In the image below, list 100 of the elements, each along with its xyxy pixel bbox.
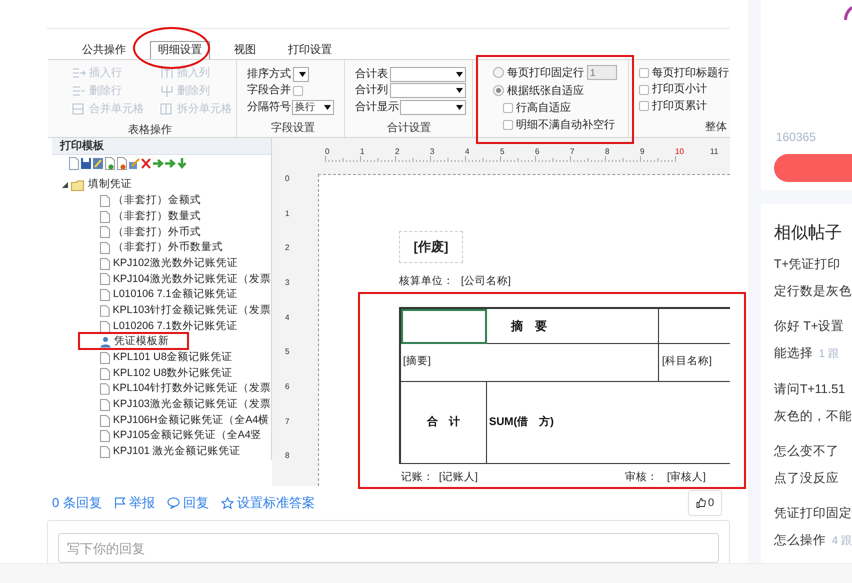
tree-item[interactable]: KPL102 U8数外记账凭证 — [113, 366, 233, 382]
ruler-number: 8 — [285, 451, 290, 462]
edit-icon[interactable] — [92, 156, 104, 170]
post-action-link[interactable]: 设置标准答案 — [220, 493, 315, 513]
reply-field[interactable]: 写下你的回复 — [58, 533, 719, 563]
tree-item[interactable]: KPL104针打数外记账凭证（发票 — [112, 381, 271, 398]
ruler-number: 5 — [285, 347, 290, 358]
ruler-number: 8 — [605, 146, 610, 156]
group-label: 合计设置 — [387, 122, 431, 134]
ruler-number: 9 — [640, 146, 646, 156]
delete-icon[interactable] — [140, 156, 152, 170]
similar-post-link[interactable]: 凭证打印固定 怎么操作 4 跟 — [774, 500, 852, 555]
new-file-icon[interactable] — [68, 156, 80, 170]
tab[interactable]: 明细设置 — [150, 40, 210, 59]
checkbox-label[interactable]: 明细不满自动补空行 — [516, 117, 615, 134]
merge-cells-icon — [72, 103, 86, 116]
arrow-down-icon[interactable] — [176, 156, 188, 170]
group-label: 整体 — [705, 121, 727, 134]
user-id: 160365 — [774, 129, 817, 146]
field-label: 记账： — [400, 470, 435, 485]
tree-item[interactable]: L010106 7.1金额记账凭证 — [113, 287, 238, 303]
ruler-number: 3 — [430, 146, 436, 156]
checkbox-label[interactable]: 行高自适应 — [516, 100, 571, 117]
tree-item[interactable]: KPJ105金额记账凭证（全A4竖 — [113, 428, 262, 444]
tree-item[interactable]: KPJ103激光金额记账凭证（发票 — [113, 397, 271, 413]
tab[interactable]: 打印设置 — [280, 40, 340, 59]
number-field[interactable]: 1 — [587, 65, 617, 80]
caret-icon — [299, 72, 306, 77]
pencil-icon[interactable] — [128, 156, 140, 170]
ruler-number: 7 — [285, 416, 290, 428]
field-label: 合计显示 — [355, 100, 399, 115]
field-label: 合计列 — [355, 83, 388, 98]
post-action-link[interactable]: 回复 — [166, 493, 209, 513]
checkbox[interactable] — [293, 86, 303, 96]
tree-item[interactable]: （非套打）数量式 — [113, 208, 201, 225]
file-check-icon[interactable] — [104, 156, 116, 170]
delete-column-icon — [160, 85, 174, 98]
document-icon — [100, 226, 110, 238]
ruler-number: 0 — [325, 146, 330, 156]
tree-item[interactable]: KPL101 U8金额记账凭证 — [113, 350, 233, 366]
save-icon[interactable] — [80, 156, 92, 170]
checkbox-label[interactable]: 打印页小计 — [652, 81, 707, 98]
checkbox-label[interactable]: 打印页累计 — [652, 98, 707, 114]
similar-post-link[interactable]: T+凭证打印 定行数是灰色 — [774, 251, 852, 305]
ruler-number: 6 — [285, 382, 290, 394]
similar-post-link[interactable]: 怎么变不了 点了没反应 — [774, 438, 852, 492]
caret-icon — [456, 88, 463, 94]
radio-button[interactable] — [493, 85, 504, 96]
ruler-number: 2 — [395, 146, 400, 156]
tree-item[interactable]: KPJ106H金额记账凭证（全A4横 — [113, 412, 270, 428]
tree-item[interactable]: L010206 7.1数外记账凭证 — [113, 318, 238, 334]
checkbox[interactable] — [639, 68, 649, 78]
tree-item[interactable]: （非套打）外币式 — [113, 224, 201, 240]
tree-item[interactable]: 凭证模板新 — [114, 334, 169, 350]
tree-item[interactable]: KPL103针打金额记账凭证（发票 — [112, 302, 271, 319]
selected-table-cell[interactable] — [401, 308, 487, 344]
avatar-ring-drawing — [844, 6, 852, 21]
dropdown[interactable] — [293, 66, 309, 82]
tab[interactable]: 公共操作 — [74, 40, 134, 59]
radio-label[interactable]: 每页打印固定行 — [507, 64, 584, 82]
arrow-right-icon[interactable] — [152, 156, 164, 170]
checkbox[interactable] — [503, 120, 513, 130]
insert-column-icon — [160, 67, 174, 80]
group-label: 表格操作 — [128, 124, 172, 136]
file-remove-icon[interactable] — [116, 156, 128, 170]
post-action-link[interactable]: 举报 — [114, 493, 155, 513]
document-icon — [100, 320, 110, 332]
user-icon — [100, 336, 111, 348]
document-icon — [100, 242, 110, 254]
checkbox[interactable] — [503, 103, 513, 114]
tab[interactable]: 视图 — [226, 40, 264, 59]
ruler-number: 6 — [535, 146, 540, 156]
tree-item[interactable]: KPJ101 激光金额记账凭证 — [113, 444, 241, 460]
radio-label[interactable]: 根据纸张自适应 — [507, 82, 584, 100]
tree-item[interactable]: （非套打）金额式 — [113, 193, 201, 209]
checkbox[interactable] — [639, 84, 649, 95]
similar-post-link[interactable]: 你好 T+设置 能选择 1 跟 — [774, 313, 852, 368]
document-icon — [100, 398, 110, 411]
insert-row-icon — [72, 67, 86, 80]
tree-item[interactable]: 填制凭证 — [88, 177, 132, 194]
radio-button[interactable] — [493, 67, 504, 78]
expanded-triangle-icon[interactable] — [62, 182, 68, 188]
pill-button[interactable] — [774, 154, 852, 182]
tree-item[interactable]: KPJ102激光数外记账凭证 — [113, 256, 238, 272]
tree-item[interactable]: （非套打）外币数量式 — [113, 240, 223, 256]
like-button[interactable]: 0 — [688, 490, 722, 516]
table-cell: [摘要] — [401, 344, 659, 382]
field-label: 合计表 — [355, 66, 388, 82]
similar-post-link[interactable]: 请问T+11.51 灰色的，不能 — [774, 376, 852, 430]
tree-item[interactable]: KPJ104激光数外记账凭证（发票 — [113, 272, 271, 288]
document-icon — [100, 352, 110, 364]
post-action-link[interactable]: 0 条回复 — [52, 493, 102, 513]
caret-icon — [456, 72, 463, 77]
ruler-number: 4 — [285, 312, 290, 324]
checkbox-label[interactable]: 每页打印标题行 — [652, 64, 729, 82]
arrow-right-icon[interactable] — [164, 156, 176, 170]
ruler-number: 5 — [500, 146, 506, 156]
checkbox[interactable] — [639, 101, 649, 112]
field-label: 分隔符号 — [247, 100, 291, 115]
dropdown[interactable]: 换行 — [292, 100, 334, 115]
